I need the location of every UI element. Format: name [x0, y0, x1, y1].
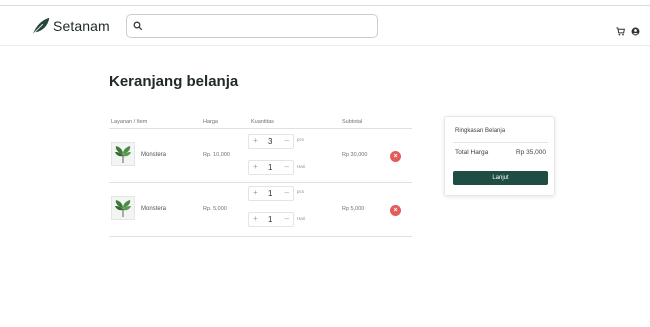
brand-name: Setanam: [53, 18, 110, 34]
table-row: Monstera Rp. 10,000 + 3 – pcs + 1 – Hari…: [109, 129, 412, 183]
decrement-button[interactable]: –: [285, 214, 289, 223]
increment-button[interactable]: +: [253, 136, 258, 145]
column-header-item: Layanan / Item: [111, 119, 148, 125]
total-value: Rp 35,000: [516, 149, 546, 156]
order-summary-card: Ringkasan Belanja Total Harga Rp 35,000 …: [444, 116, 555, 196]
quantity-value[interactable]: 1: [268, 189, 272, 198]
days-stepper: + 1 –: [248, 212, 294, 227]
days-unit: Hari: [297, 216, 306, 221]
days-value[interactable]: 1: [268, 163, 272, 172]
summary-divider: [453, 142, 548, 143]
decrement-button[interactable]: –: [285, 136, 289, 145]
item-price: Rp. 10,000: [203, 152, 230, 158]
cart-table: Layanan / Item Harga Kuantitas Subtotal …: [109, 116, 412, 237]
remove-item-button[interactable]: ×: [390, 151, 401, 162]
quantity-stepper: + 1 –: [248, 186, 294, 201]
product-image: [111, 142, 135, 166]
remove-item-button[interactable]: ×: [390, 205, 401, 216]
decrement-button[interactable]: –: [285, 188, 289, 197]
table-header: Layanan / Item Harga Kuantitas Subtotal: [109, 116, 412, 129]
product-image: [111, 196, 135, 220]
table-row: Monstera Rp. 5,000 + 1 – pcs + 1 – Hari …: [109, 183, 412, 237]
days-value[interactable]: 1: [268, 215, 272, 224]
brand-logo[interactable]: Setanam: [30, 15, 110, 37]
column-header-price: Harga: [203, 119, 218, 125]
header-icons: [616, 23, 640, 36]
column-header-subtotal: Subtotal: [342, 119, 363, 125]
page-title: Keranjang belanja: [109, 73, 239, 90]
increment-button[interactable]: +: [253, 214, 258, 223]
plant-image-icon: [115, 146, 131, 163]
item-subtotal: Rp 30,000: [342, 152, 368, 158]
plant-image-icon: [115, 200, 131, 217]
quantity-unit: pcs: [297, 137, 305, 142]
search-bar[interactable]: [126, 14, 378, 38]
leaf-logo-icon: [32, 17, 50, 35]
search-icon: [133, 21, 143, 31]
item-name: Monstera: [141, 206, 167, 212]
increment-button[interactable]: +: [253, 188, 258, 197]
quantity-value[interactable]: 3: [268, 137, 272, 146]
days-stepper: + 1 –: [248, 160, 294, 175]
total-label: Total Harga: [455, 149, 489, 156]
summary-title: Ringkasan Belanja: [455, 128, 506, 134]
column-header-quantity: Kuantitas: [251, 119, 274, 125]
header: Setanam: [0, 6, 650, 46]
search-input[interactable]: [147, 18, 367, 34]
item-price: Rp. 5,000: [203, 206, 227, 212]
days-unit: Hari: [297, 164, 306, 169]
quantity-unit: pcs: [297, 189, 305, 194]
cart-icon[interactable]: [616, 23, 625, 36]
item-subtotal: Rp 5,000: [342, 206, 365, 212]
item-name: Monstera: [141, 152, 167, 158]
continue-button[interactable]: Lanjut: [453, 171, 548, 185]
user-icon[interactable]: [631, 23, 640, 36]
decrement-button[interactable]: –: [285, 162, 289, 171]
increment-button[interactable]: +: [253, 162, 258, 171]
quantity-stepper: + 3 –: [248, 134, 294, 149]
